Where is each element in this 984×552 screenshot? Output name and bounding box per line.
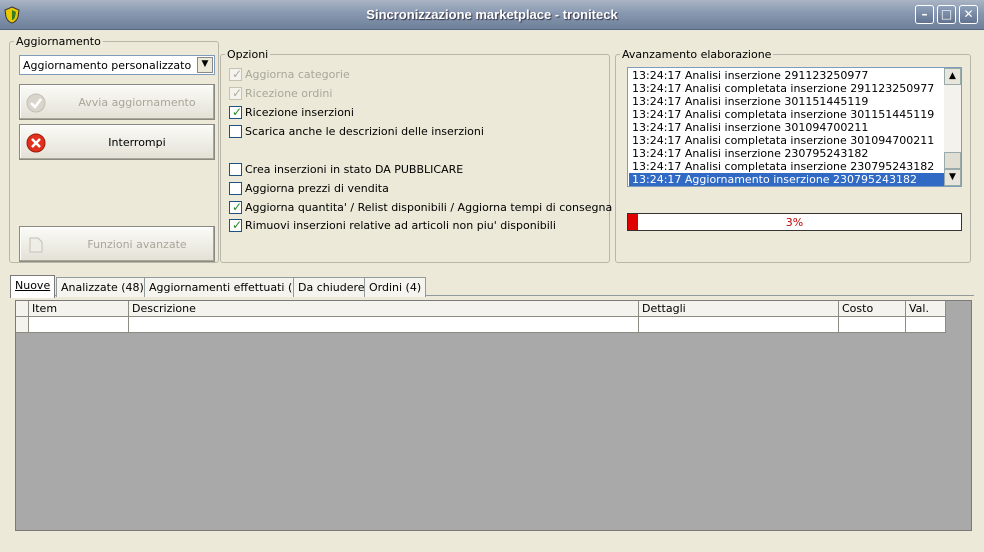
tab-nuove[interactable]: Nuove xyxy=(10,275,56,298)
grid-cell[interactable] xyxy=(129,317,639,333)
column-header-descrizione[interactable]: Descrizione xyxy=(129,301,639,317)
progress-bar: 3% xyxy=(627,213,962,231)
option-label: Aggiorna quantita' / Relist disponibili … xyxy=(245,201,613,214)
column-header-item[interactable]: Item xyxy=(29,301,129,317)
option-label: Rimuovi inserzioni relative ad articoli … xyxy=(245,219,556,232)
checkmark-icon: ✓ xyxy=(232,218,243,232)
start-update-button[interactable]: Avvia aggiornamento xyxy=(19,84,215,120)
start-update-label: Avvia aggiornamento xyxy=(78,96,196,109)
log-line[interactable]: 13:24:17 Analisi inserzione 301094700211 xyxy=(629,121,947,134)
tab-analizzate[interactable]: Analizzate (48) xyxy=(56,277,149,297)
advanced-functions-label: Funzioni avanzate xyxy=(87,238,187,251)
log-line-selected[interactable]: 13:24:17 Aggiornamento inserzione 230795… xyxy=(629,173,947,186)
row-header[interactable] xyxy=(16,317,29,333)
tab-da-chiudere[interactable]: Da chiudere xyxy=(293,277,370,297)
grid-cell[interactable] xyxy=(839,317,906,333)
stop-button[interactable]: Interrompi xyxy=(19,124,215,160)
scroll-up-icon[interactable]: ▲ xyxy=(944,68,961,85)
log-line[interactable]: 13:24:17 Analisi inserzione 230795243182 xyxy=(629,147,947,160)
checkbox[interactable] xyxy=(229,163,242,176)
grid-cell[interactable] xyxy=(639,317,839,333)
checkbox[interactable]: ✓ xyxy=(229,218,243,232)
log-line[interactable]: 13:24:17 Analisi inserzione 291123250977 xyxy=(629,69,947,82)
scroll-down-icon[interactable]: ▼ xyxy=(944,169,961,186)
minimize-button[interactable]: – xyxy=(915,5,934,24)
progress-label: 3% xyxy=(785,216,804,229)
row-header-corner xyxy=(16,301,29,317)
update-mode-value: Aggiornamento personalizzato xyxy=(23,59,192,72)
log-scrollbar[interactable]: ▲ ▼ xyxy=(944,68,961,186)
checkmark-icon: ✓ xyxy=(232,86,243,100)
option-label: Crea inserzioni in stato DA PUBBLICARE xyxy=(245,163,464,176)
checkbox[interactable] xyxy=(229,182,242,195)
option-label: Ricezione ordini xyxy=(245,87,333,100)
log-line[interactable]: 13:24:17 Analisi completata inserzione 3… xyxy=(629,108,947,121)
opzioni-legend: Opzioni xyxy=(227,48,269,61)
advanced-functions-button[interactable]: Funzioni avanzate xyxy=(19,226,215,262)
column-header-val[interactable]: Val. xyxy=(906,301,946,317)
title-bar: Sincronizzazione marketplace - troniteck… xyxy=(0,0,984,30)
checkmark-icon: ✓ xyxy=(232,200,243,214)
log-line[interactable]: 13:24:17 Analisi completata inserzione 3… xyxy=(629,134,947,147)
option-label: Aggiorna prezzi di vendita xyxy=(245,182,389,195)
checkbox[interactable]: ✓ xyxy=(229,67,243,81)
checkmark-icon: ✓ xyxy=(232,105,243,119)
check-circle-icon xyxy=(26,93,46,113)
option-label: Ricezione inserzioni xyxy=(245,106,354,119)
log-line[interactable]: 13:24:17 Analisi inserzione 301151445119 xyxy=(629,95,947,108)
checkbox[interactable]: ✓ xyxy=(229,105,243,119)
log-line[interactable]: 13:24:17 Analisi completata inserzione 2… xyxy=(629,82,947,95)
option-label: Aggiorna categorie xyxy=(245,68,350,81)
items-grid[interactable]: Item Descrizione Dettagli Costo Val. xyxy=(15,300,972,531)
update-mode-select[interactable]: Aggiornamento personalizzato ▼ xyxy=(19,55,215,75)
scroll-thumb[interactable] xyxy=(944,152,961,169)
avanzamento-legend: Avanzamento elaborazione xyxy=(622,48,772,61)
log-listbox[interactable]: 13:24:17 Analisi inserzione 291123250977… xyxy=(627,67,962,187)
checkmark-icon: ✓ xyxy=(232,67,243,81)
tab-ordini[interactable]: Ordini (4) xyxy=(364,277,427,297)
tab-aggiornamenti-effettuati[interactable]: Aggiornamenti effettuati (1) xyxy=(144,277,309,297)
checkbox[interactable]: ✓ xyxy=(229,200,243,214)
window-title: Sincronizzazione marketplace - troniteck xyxy=(366,7,618,22)
checkbox[interactable] xyxy=(229,125,242,138)
aggiornamento-legend: Aggiornamento xyxy=(16,35,101,48)
column-header-dettagli[interactable]: Dettagli xyxy=(639,301,839,317)
close-button[interactable]: ✕ xyxy=(959,5,978,24)
chevron-down-icon[interactable]: ▼ xyxy=(197,57,213,73)
log-line[interactable]: 13:24:17 Analisi completata inserzione 2… xyxy=(629,160,947,173)
grid-cell[interactable] xyxy=(906,317,946,333)
stop-x-icon xyxy=(26,133,46,153)
grid-cell[interactable] xyxy=(29,317,129,333)
option-label: Scarica anche le descrizioni delle inser… xyxy=(245,125,484,138)
stop-label: Interrompi xyxy=(108,136,166,149)
document-icon xyxy=(29,237,43,253)
maximize-button[interactable]: □ xyxy=(937,5,956,24)
checkbox[interactable]: ✓ xyxy=(229,86,243,100)
column-header-costo[interactable]: Costo xyxy=(839,301,906,317)
